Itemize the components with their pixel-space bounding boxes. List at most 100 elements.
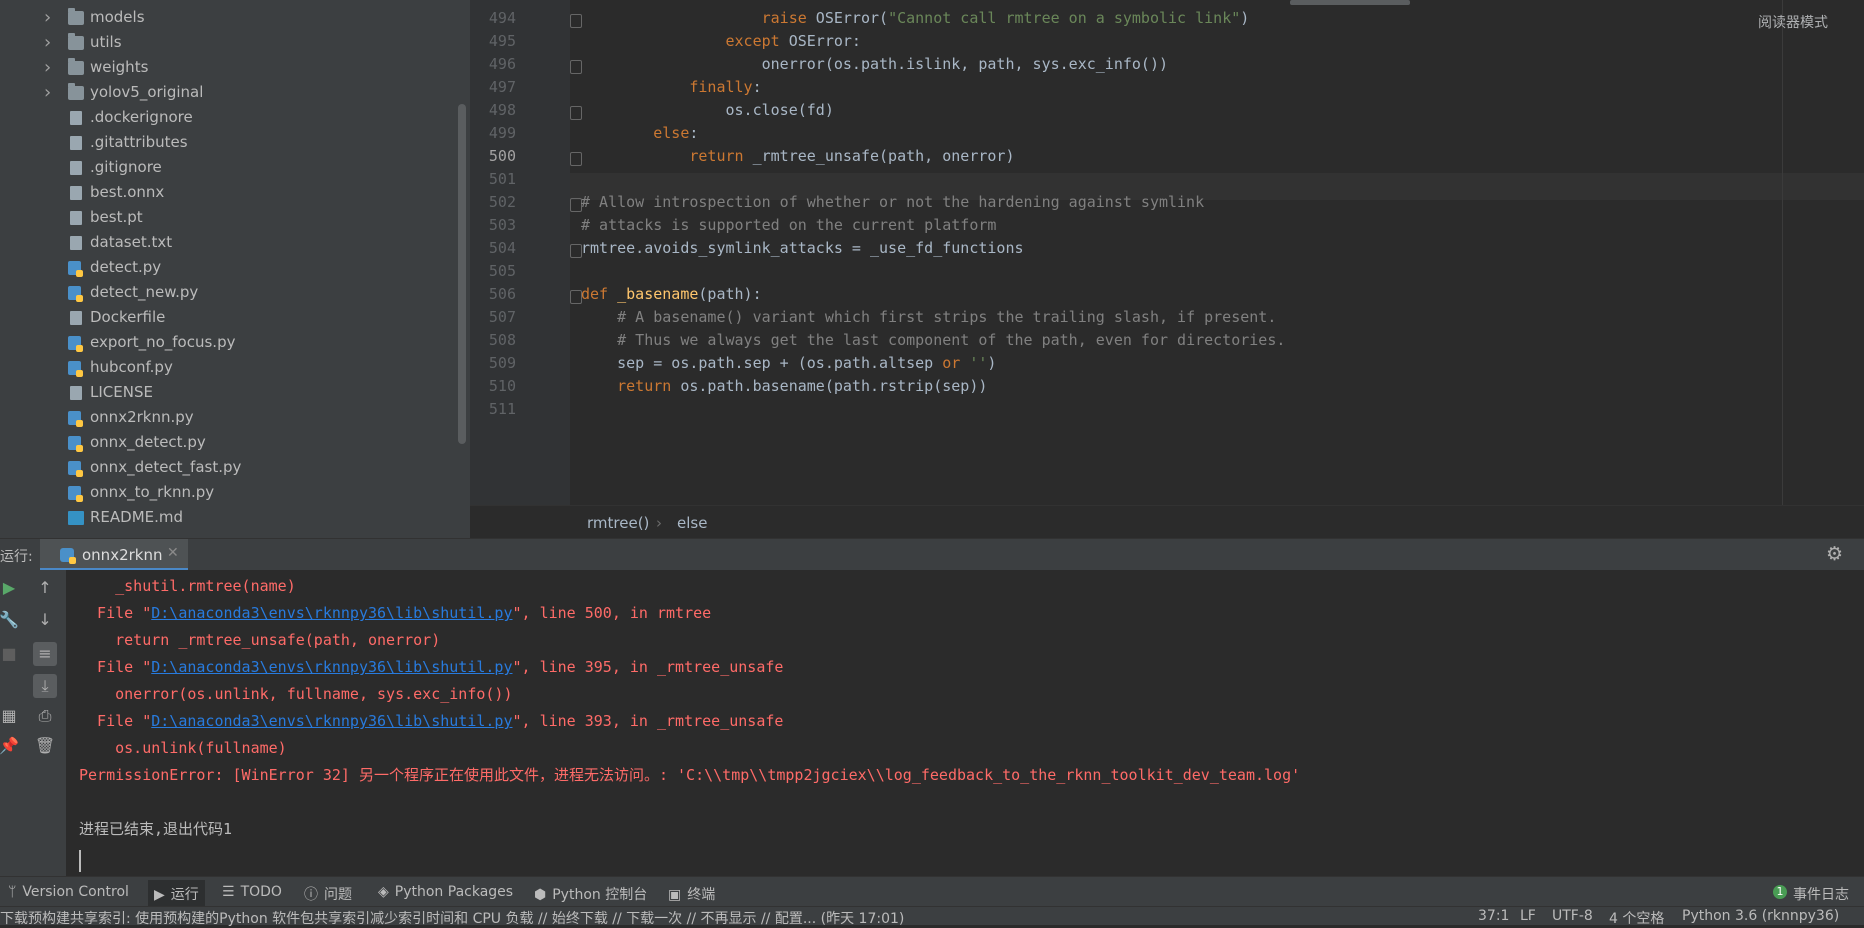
tree-item-label: detect_new.py (90, 283, 199, 301)
tool-event-log[interactable]: 事件日志 (1793, 884, 1849, 904)
editor-top-scroll-thumb[interactable] (1290, 0, 1410, 5)
tree-item-label: weights (90, 58, 149, 76)
breadcrumb-item[interactable]: rmtree() (587, 514, 649, 532)
tree-item-label: hubconf.py (90, 358, 173, 376)
project-tree-panel: › models › utils › weights › yolov5_original .do… (0, 0, 470, 538)
gear-icon[interactable]: ⚙ (1826, 543, 1843, 565)
tree-item-label: onnx_detect_fast.py (90, 458, 242, 476)
wrench-icon[interactable]: 🔧 (0, 608, 21, 632)
tool-todo[interactable]: ☰ TODO (222, 884, 282, 900)
tree-item-label: best.pt (90, 208, 143, 226)
event-count-badge: 1 (1773, 885, 1787, 899)
status-line-ending[interactable]: LF (1520, 908, 1536, 924)
trash-icon[interactable]: 🗑 (33, 734, 57, 758)
file-icon (70, 211, 82, 225)
file-icon (70, 111, 82, 125)
tree-item-label: utils (90, 33, 122, 51)
python-file-icon (68, 336, 83, 352)
status-interpreter[interactable]: Python 3.6 (rknnpy36) (1682, 908, 1839, 924)
scroll-to-end-icon[interactable]: ⤓ (33, 674, 57, 698)
status-bar: 下载预构建共享索引: 使用预构建的Python 软件包共享索引减少索引时间和 C… (0, 906, 1864, 928)
arrow-down-icon[interactable]: ↓ (33, 608, 57, 632)
console-line: _shutil.rmtree(name) (79, 577, 296, 595)
close-icon[interactable]: ✕ (167, 545, 179, 561)
python-file-icon (68, 411, 83, 427)
python-icon: ⬢ (534, 887, 547, 903)
file-icon (70, 311, 82, 325)
python-file-icon (68, 361, 83, 377)
print-icon[interactable]: ⎙ (33, 704, 57, 728)
tool-terminal[interactable]: ▣ 终端 (668, 884, 715, 904)
tool-python-packages[interactable]: ◈ Python Packages (378, 884, 513, 900)
status-encoding[interactable]: UTF-8 (1552, 908, 1593, 924)
project-tree-scrollbar[interactable] (458, 104, 466, 444)
code-line: return _rmtree_unsafe(path, onerror) (689, 147, 1015, 165)
python-icon (60, 548, 76, 564)
tree-item-label: dataset.txt (90, 233, 173, 251)
chevron-right-icon[interactable]: › (44, 80, 54, 105)
console-line: File "D:\anaconda3\envs\rknnpy36\lib\shu… (79, 658, 784, 676)
file-icon (70, 386, 82, 400)
python-file-icon (68, 286, 83, 302)
console-line: File "D:\anaconda3\envs\rknnpy36\lib\shu… (79, 712, 784, 730)
console-cursor (79, 850, 81, 872)
tool-problems[interactable]: ⓘ 问题 (304, 884, 352, 904)
tree-item-label: models (90, 8, 145, 26)
tree-item-label: .dockerignore (90, 108, 193, 126)
run-toolbar: ▶ ↑ 🔧 ↓ ■ ≡ ⤓ ▦ ⎙ 📌 🗑 (0, 570, 66, 876)
tree-item-label: .gitattributes (90, 133, 188, 151)
tool-python-console[interactable]: ⬢ Python 控制台 (534, 884, 647, 904)
run-console[interactable]: _shutil.rmtree(name) File "D:\anaconda3\… (66, 570, 1864, 876)
tree-item-label: .gitignore (90, 158, 162, 176)
chevron-right-icon[interactable]: › (44, 5, 54, 30)
breadcrumb-separator-icon: › (656, 514, 662, 532)
breadcrumb-item[interactable]: else (677, 514, 707, 532)
line-number: 511 (488, 400, 516, 418)
play-icon: ▶ (154, 887, 165, 903)
right-margin-guide (1782, 0, 1783, 505)
pin-icon[interactable]: 📌 (0, 734, 21, 758)
soft-wrap-icon[interactable]: ≡ (33, 642, 57, 666)
code-line: rmtree.avoids_symlink_attacks = _use_fd_… (581, 239, 1024, 257)
code-editor[interactable]: 阅读器模式 494 495 496 497 498 499 500 501 502 503 504 5… (470, 0, 1864, 505)
console-line: return _rmtree_unsafe(path, onerror) (79, 631, 441, 649)
info-icon: ⓘ (304, 887, 318, 903)
console-file-link[interactable]: D:\anaconda3\envs\rknnpy36\lib\shutil.py (151, 604, 512, 622)
tree-item-label: onnx_to_rknn.py (90, 483, 215, 501)
console-file-link[interactable]: D:\anaconda3\envs\rknnpy36\lib\shutil.py (151, 658, 512, 676)
status-message[interactable]: 下载预构建共享索引: 使用预构建的Python 软件包共享索引减少索引时间和 C… (0, 908, 904, 928)
folder-icon (68, 83, 84, 100)
status-caret-position[interactable]: 37:1 (1478, 908, 1509, 924)
python-file-icon (68, 461, 83, 477)
tree-item-label: export_no_focus.py (90, 333, 236, 351)
tree-item-label: Dockerfile (90, 308, 166, 326)
python-file-icon (68, 436, 83, 452)
run-tab-onnx2rknn[interactable]: onnx2rknn ✕ (40, 539, 188, 571)
tree-item-label: best.onnx (90, 183, 165, 201)
breadcrumb: rmtree() › else (470, 505, 1864, 539)
chevron-right-icon[interactable]: › (44, 55, 54, 80)
reader-mode-button[interactable]: 阅读器模式 (1758, 12, 1828, 32)
console-exit-line: 进程已结束,退出代码1 (79, 820, 233, 838)
tree-item-label: onnx_detect.py (90, 433, 206, 451)
status-indent[interactable]: 4 个空格 (1609, 908, 1664, 928)
tree-item-label: LICENSE (90, 383, 153, 401)
run-label: 运行: (0, 549, 33, 565)
tree-item-label: README.md (90, 508, 184, 526)
folder-icon (68, 8, 84, 25)
console-file-link[interactable]: D:\anaconda3\envs\rknnpy36\lib\shutil.py (151, 712, 512, 730)
markdown-file-icon (68, 511, 84, 525)
rerun-icon[interactable]: ▶ (0, 576, 21, 600)
file-icon (70, 186, 82, 200)
tree-item-label: yolov5_original (90, 83, 204, 101)
console-error-line: PermissionError: [WinError 32] 另一个程序正在使用… (79, 766, 1301, 784)
stop-icon[interactable]: ■ (0, 642, 21, 666)
tool-version-control[interactable]: ᛘ Version Control (8, 884, 129, 900)
console-line: onerror(os.unlink, fullname, sys.exc_inf… (79, 685, 513, 703)
layout-icon[interactable]: ▦ (0, 704, 21, 728)
file-icon (70, 136, 82, 150)
console-line: File "D:\anaconda3\envs\rknnpy36\lib\shu… (79, 604, 712, 622)
file-icon (70, 161, 82, 175)
arrow-up-icon[interactable]: ↑ (33, 576, 57, 600)
chevron-right-icon[interactable]: › (44, 30, 54, 55)
